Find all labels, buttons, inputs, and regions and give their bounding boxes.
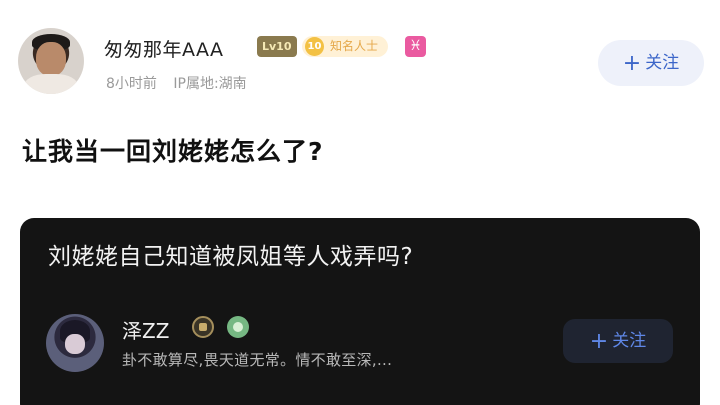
author-name[interactable]: 匆匆那年AAA (104, 35, 224, 62)
ip-location: IP属地:湖南 (173, 76, 247, 92)
card-question-title[interactable]: 刘姥姥自己知道被凤姐等人戏弄吗? (48, 237, 413, 271)
fame-badge: 10 知名人士 (302, 36, 389, 57)
follow-label: 关注 (645, 53, 680, 73)
post-title: 让我当一回刘姥姥怎么了? (22, 137, 324, 166)
follow-label: 关注 (612, 331, 647, 351)
card-user-name[interactable]: 泽ZZ (122, 315, 169, 344)
card-avatar-face (65, 334, 85, 354)
fame-badge-label: 知名人士 (330, 39, 379, 53)
avatar-face (36, 42, 66, 76)
post-time: 8小时前 (106, 76, 157, 92)
card-user-bio: 卦不敢算尽,畏天道无常。情不敢至深,... (122, 351, 393, 369)
author-avatar[interactable] (18, 28, 84, 94)
quoted-question-card[interactable]: 刘姥姥自己知道被凤姐等人戏弄吗? 泽ZZ 卦不敢算尽,畏天道无常。情不敢至深,.… (20, 218, 700, 405)
follow-card-user-button[interactable]: + 关注 (563, 319, 673, 363)
post-meta: 8小时前 IP属地:湖南 (106, 73, 259, 93)
follow-author-button[interactable]: + 关注 (598, 40, 704, 86)
pisces-zodiac-icon: ♓ (405, 36, 426, 57)
creator-medal-icon (192, 316, 214, 338)
card-user-avatar[interactable] (46, 314, 104, 372)
plus-icon: + (622, 51, 642, 76)
green-badge-icon (227, 316, 249, 338)
plus-icon: + (589, 329, 609, 354)
level-badge: Lv10 (257, 36, 297, 57)
avatar-body (24, 74, 78, 94)
fame-coin-icon: 10 (305, 37, 324, 56)
